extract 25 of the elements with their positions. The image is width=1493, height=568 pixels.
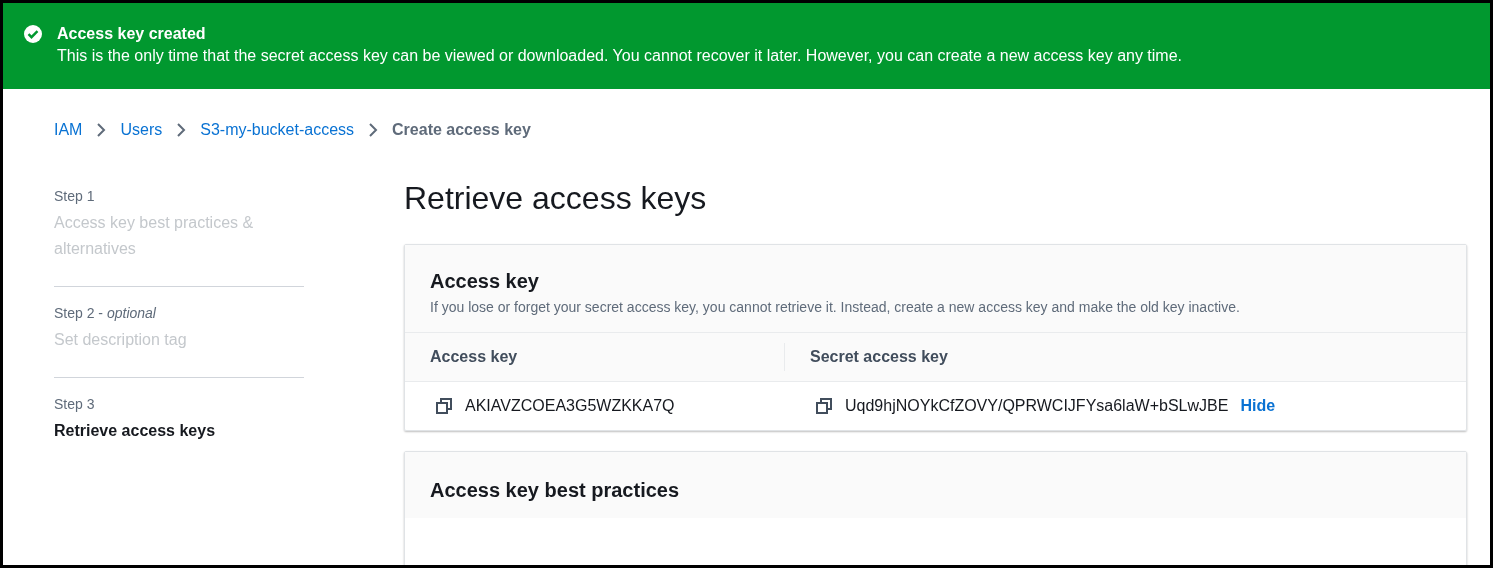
chevron-right-icon xyxy=(368,122,379,138)
panel-description: If you lose or forget your secret access key, you cannot retrieve it. Instead, create a new access key and make the old key inactive. xyxy=(430,298,1241,317)
step-link[interactable]: Retrieve access keys xyxy=(54,418,304,444)
access-key-value: AKIAVZCOEA3G5WZKKA7Q xyxy=(465,396,675,416)
check-circle-icon xyxy=(23,24,43,44)
hide-link[interactable]: Hide xyxy=(1240,394,1276,418)
chevron-right-icon xyxy=(176,122,187,138)
breadcrumb-link[interactable]: IAM xyxy=(54,118,83,142)
column-header: Access key xyxy=(405,343,785,371)
page-title: Retrieve access keys xyxy=(404,179,708,218)
column-header: Secret access key xyxy=(809,347,949,367)
breadcrumb-current: Create access key xyxy=(392,120,531,140)
step-label: Step 3 xyxy=(54,395,96,414)
panel-title: Access key best practices xyxy=(430,478,681,503)
panel-title: Access key xyxy=(430,269,540,294)
banner-message: This is the only time that the secret access key can be viewed or downloaded. You cannot recover it later. However, you can create a new access key any time. xyxy=(57,46,1183,66)
secret-key-value: Uqd9hjNOYkCfZOVY/QPRWCIJFYsa6laW+bSLwJBE xyxy=(845,396,1229,416)
breadcrumb-link[interactable]: S3-my-bucket-access xyxy=(200,118,355,142)
copy-icon[interactable] xyxy=(815,397,833,415)
chevron-right-icon xyxy=(96,122,107,138)
copy-icon[interactable] xyxy=(435,397,453,415)
step-label: Step 2 - optional xyxy=(54,304,157,323)
step-label: Step 1 xyxy=(54,187,96,206)
breadcrumb-link[interactable]: Users xyxy=(120,118,163,142)
banner-title: Access key created xyxy=(57,24,207,44)
